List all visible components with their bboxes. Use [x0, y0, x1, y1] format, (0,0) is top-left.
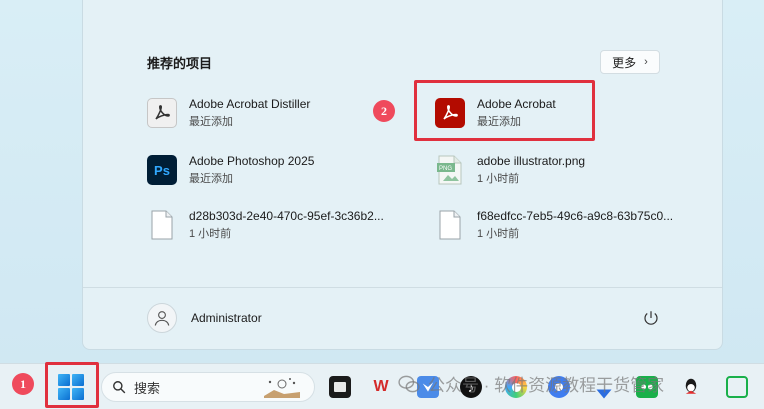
recommended-item-file-d28b[interactable]: d28b303d-2e40-470c-95ef-3c36b2... 1 小时前 [147, 205, 397, 245]
file-icon [147, 210, 177, 240]
system-tray-icon[interactable] [726, 376, 748, 398]
recommended-item-name: d28b303d-2e40-470c-95ef-3c36b2... [189, 209, 384, 223]
recommended-item-file-f68e[interactable]: f68edfcc-7eb5-49c6-a9c8-63b75c0... 1 小时前 [435, 205, 685, 245]
recommended-item-sub: 最近添加 [189, 116, 233, 128]
search-label: 搜索 [134, 380, 161, 396]
recommended-item-name: f68edfcc-7eb5-49c6-a9c8-63b75c0... [477, 209, 674, 223]
annotation-badge-2: 2 [373, 100, 395, 122]
annotation-badge-1: 1 [12, 373, 34, 395]
user-account-button[interactable]: Administrator [147, 303, 262, 333]
avatar [147, 303, 177, 333]
acrobat-distiller-icon [147, 98, 177, 128]
recommended-section-title: 推荐的项目 [147, 56, 213, 71]
qq-icon[interactable] [680, 376, 702, 398]
wechat-watermark-icon [398, 375, 420, 392]
start-menu-divider [83, 287, 722, 288]
wps-icon[interactable]: W [370, 376, 392, 398]
search-icon [113, 381, 126, 394]
recommended-item-name: Adobe Acrobat Distiller [189, 97, 311, 111]
start-menu: 推荐的项目 更多 › Adobe Acrobat Distiller 最近添加 … [82, 0, 723, 350]
highlight-box-acrobat [414, 80, 595, 141]
photoshop-icon-label: Ps [154, 162, 170, 178]
recommended-item-sub: 1 小时前 [477, 173, 520, 185]
power-icon [644, 311, 658, 325]
recommended-item-photoshop[interactable]: Ps Adobe Photoshop 2025 最近添加 [147, 150, 397, 190]
recommended-item-name: adobe illustrator.png [477, 154, 586, 168]
recommended-item-illustrator-png[interactable]: PNG adobe illustrator.png 1 小时前 [435, 150, 685, 190]
recommended-item-sub: 1 小时前 [189, 228, 232, 240]
search-highlight-icon [264, 378, 300, 398]
more-button[interactable]: 更多 › [600, 50, 660, 74]
recommended-item-sub: 最近添加 [189, 173, 233, 185]
watermark: 公众号 · 软件资源教程干货管家 [398, 371, 664, 396]
file-icon [435, 210, 465, 240]
png-file-icon: PNG [435, 155, 465, 185]
recommended-item-name: Adobe Photoshop 2025 [189, 154, 315, 168]
recommended-item-sub: 1 小时前 [477, 228, 520, 240]
png-label: PNG [439, 166, 452, 172]
recommended-item-acrobat-distiller[interactable]: Adobe Acrobat Distiller 最近添加 [147, 93, 397, 133]
chevron-right-icon: › [644, 56, 648, 68]
user-name: Administrator [191, 311, 262, 325]
task-view-icon[interactable] [329, 376, 351, 398]
watermark-text: 公众号 · 软件资源教程干货管家 [428, 376, 665, 395]
photoshop-icon: Ps [147, 155, 177, 185]
taskbar-search[interactable]: 搜索 [101, 372, 315, 402]
power-button[interactable] [639, 306, 663, 330]
more-button-label: 更多 [612, 55, 637, 70]
highlight-box-start [45, 362, 99, 408]
